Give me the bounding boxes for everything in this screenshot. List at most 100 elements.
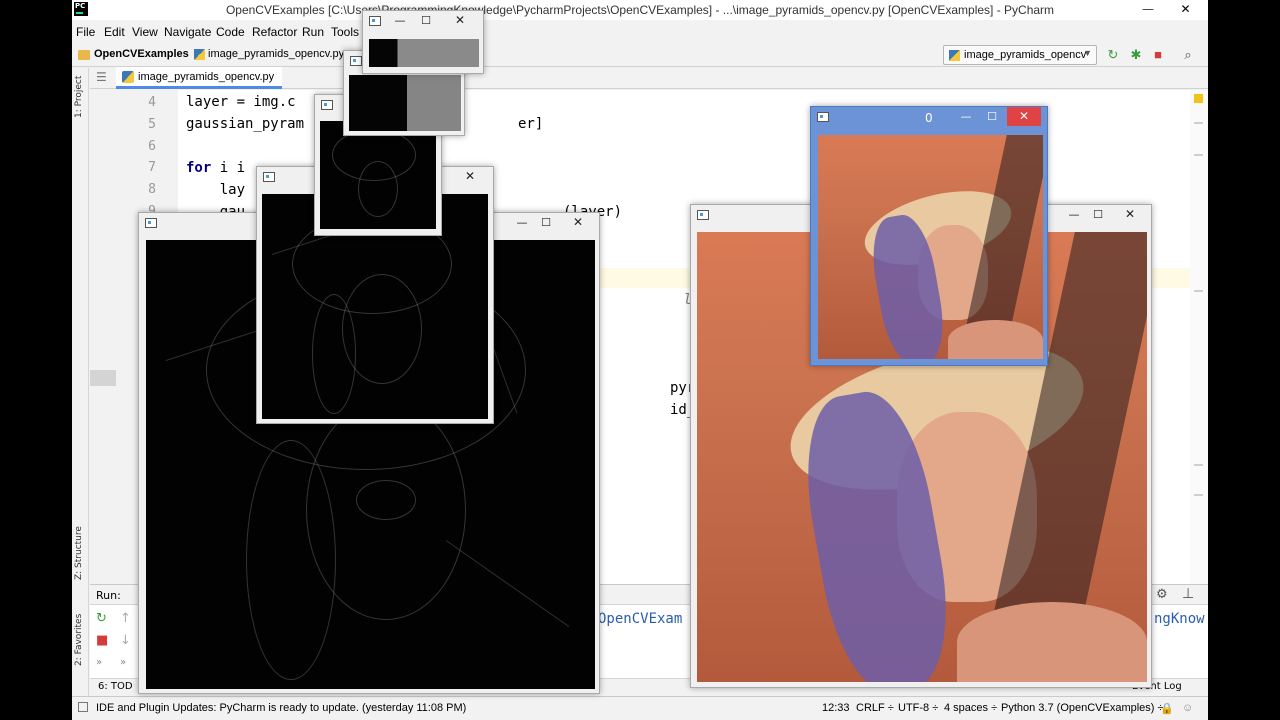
down-arrow-icon[interactable]: ↓ [120,633,131,648]
window-icon [145,218,157,228]
favorites-tool-tab[interactable]: 2: Favorites [74,614,84,666]
run-configuration-select[interactable]: image_pyramids_opencv ▼ [943,45,1097,65]
inspector-icon[interactable]: ☺ [1182,702,1193,714]
maximize-button[interactable]: ☐ [415,12,437,30]
cv-title-bar[interactable]: — ☐ ✕ [363,11,483,33]
stripe-mark[interactable] [1194,290,1203,292]
image-window-original[interactable]: 0 — ☐ ✕ [810,106,1048,366]
editor-tab-bar: ☰ image_pyramids_opencv.py [90,67,1208,89]
menu-tools[interactable]: Tools [331,25,359,39]
edge-stroke [358,161,398,217]
code-fragment: er] [518,116,544,132]
window-icon [263,172,275,182]
cv-title-bar[interactable]: 0 — ☐ ✕ [811,107,1047,129]
search-icon[interactable]: ⌕ [1180,47,1196,63]
edge-stroke [312,294,356,414]
indent-setting[interactable]: 4 spaces ÷ [944,702,997,714]
minimize-button[interactable]: — [1128,0,1168,20]
chevron-down-icon: ▼ [1083,48,1092,58]
menu-file[interactable]: File [76,25,95,39]
menu-edit[interactable]: Edit [104,25,125,39]
minimize-button[interactable]: — [1063,206,1085,224]
stripe-mark[interactable] [1194,494,1203,496]
minimize-button[interactable]: — [389,12,411,30]
menu-code[interactable]: Code [216,25,245,39]
caret-position[interactable]: 12:33 [822,702,850,714]
hide-panel-icon[interactable]: ⊥ [1182,586,1194,602]
stripe-mark[interactable] [1194,122,1203,124]
line-number: 5 [148,117,156,132]
project-tool-tab[interactable]: 1: Project [74,76,84,118]
scroll-marker [90,370,116,386]
edge-stroke [246,440,336,680]
python-file-icon [122,71,134,83]
stop-icon[interactable]: ■ [1150,47,1166,63]
tab-image-pyramids[interactable]: image_pyramids_opencv.py [116,67,282,89]
navigation-bar: OpenCVExamples image_pyramids_opencv.py … [72,43,1208,67]
layout-icon[interactable] [78,702,88,712]
stripe-mark[interactable] [1194,154,1203,156]
line-number: 6 [148,139,156,154]
line-number: 7 [148,160,156,175]
tab-label: image_pyramids_opencv.py [138,71,275,83]
console-output: ngKnow [1154,611,1205,627]
up-arrow-icon[interactable]: ↑ [120,611,131,626]
status-bar: IDE and Plugin Updates: PyCharm is ready… [72,696,1208,720]
close-button[interactable]: ✕ [561,213,595,232]
stripe-mark[interactable] [1194,464,1203,466]
code-line: layer = img.c [186,94,296,110]
laplacian-image [369,39,479,67]
shoulder-shape [957,602,1147,682]
close-button[interactable]: ✕ [443,11,477,30]
window-icon [350,56,362,66]
close-button[interactable]: ✕ [1007,107,1041,126]
menu-run[interactable]: Run [302,25,324,39]
gear-icon[interactable]: ⚙ [1156,587,1168,602]
menu-refactor[interactable]: Refactor [252,25,297,39]
line-number: 4 [148,95,156,110]
stop-icon[interactable]: ■ [96,633,108,648]
photo-image [818,135,1043,359]
code-line: gaussian_pyram [186,116,305,132]
line-separator[interactable]: CRLF ÷ [856,702,894,714]
python-interpreter[interactable]: Python 3.7 (OpenCVExamples) ÷ [1001,702,1164,714]
maximize-button[interactable]: ☐ [1087,206,1109,224]
code-text: i i [211,160,246,176]
minimize-button[interactable]: — [511,214,533,232]
breadcrumb-file[interactable]: image_pyramids_opencv.py [208,48,344,60]
tab-menu-icon[interactable]: ☰ [96,70,107,84]
window-icon [369,16,381,26]
todo-tool-tab[interactable]: 6: TOD [98,681,133,692]
close-button[interactable]: ✕ [453,167,487,186]
maximize-button[interactable]: ☐ [535,214,557,232]
debug-icon[interactable]: ✱ [1128,47,1144,63]
line-number: 8 [148,182,156,197]
console-output: OpenCVExam [598,611,683,627]
rerun-icon[interactable]: ↻ [1105,47,1121,63]
code-line: for i i [186,160,245,176]
more-icon[interactable]: » [120,657,126,668]
warning-marker[interactable] [1194,94,1203,103]
python-file-icon [949,50,960,61]
rerun-icon[interactable]: ↻ [96,611,107,626]
menu-navigate[interactable]: Navigate [164,25,211,39]
laplacian-window-smallest[interactable]: — ☐ ✕ [362,10,484,74]
error-stripe [1190,90,1208,584]
maximize-button[interactable]: ☐ [981,108,1003,126]
file-encoding[interactable]: UTF-8 ÷ [898,702,938,714]
shoulder-shape [948,320,1043,359]
left-tool-strip: 1: Project Z: Structure 2: Favorites [72,68,89,696]
structure-tool-tab[interactable]: Z: Structure [74,526,84,580]
window-title: 0 [925,111,933,125]
more-icon[interactable]: » [96,657,102,668]
edge-stroke [445,540,570,627]
run-label: Run: [96,589,121,602]
breadcrumb-project[interactable]: OpenCVExamples [94,48,189,60]
close-button[interactable]: ✕ [1113,205,1147,224]
status-message[interactable]: IDE and Plugin Updates: PyCharm is ready… [96,702,466,714]
minimize-button[interactable]: — [955,108,977,126]
close-button[interactable]: ✕ [1163,0,1208,20]
lock-icon[interactable]: 🔒 [1160,702,1174,715]
menu-view[interactable]: View [132,25,158,39]
laplacian-image [320,121,436,229]
